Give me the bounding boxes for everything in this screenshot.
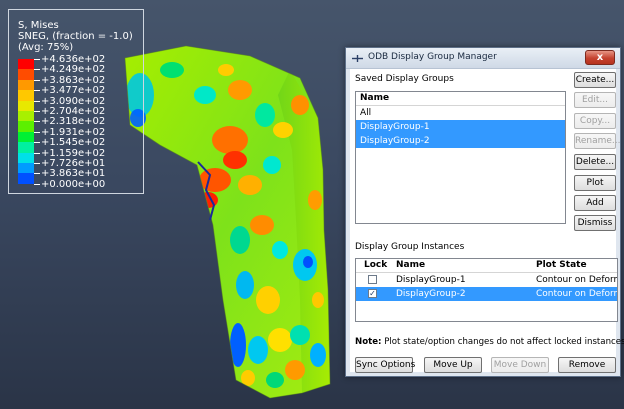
abaqus-app-icon (352, 55, 363, 62)
dismiss-button[interactable]: Dismiss (574, 215, 616, 231)
legend-swatch (18, 79, 34, 91)
instance-plot-state: Contour on Deformed (536, 289, 617, 299)
legend-value: +0.000e+00 (41, 178, 106, 190)
legend-value: +1.931e+02 (41, 126, 106, 138)
legend-title-line: SNEG, (fraction = -1.0) (18, 31, 133, 42)
delete-button[interactable]: Delete... (574, 154, 616, 170)
legend-swatch (18, 173, 34, 184)
legend-value: +4.636e+02 (41, 54, 106, 65)
sync-options-button[interactable]: Sync Options (355, 357, 415, 373)
dialog-titlebar[interactable]: ODB Display Group Manager x (346, 48, 620, 69)
legend-swatch (18, 121, 34, 132)
instances-table-header: Lock Name Plot State (356, 259, 617, 273)
display-group-manager-dialog: ODB Display Group Manager x Saved Displa… (345, 47, 624, 377)
table-row[interactable]: DisplayGroup-1 Contour on Deformed (356, 273, 617, 287)
list-item[interactable]: DisplayGroup-1 (356, 120, 565, 134)
close-button[interactable]: x (585, 50, 615, 65)
legend-tick (34, 142, 40, 144)
legend-tick (34, 59, 40, 60)
list-item-label: DisplayGroup-2 (360, 136, 430, 146)
name-column-header: Name (396, 260, 426, 270)
legend-tick (34, 173, 40, 175)
legend-value: +1.545e+02 (41, 137, 106, 149)
lock-checkbox[interactable]: ✓ (368, 289, 377, 298)
lock-note: Note: Plot state/option changes do not a… (355, 337, 624, 347)
legend-tick (34, 183, 40, 185)
legend-swatch (18, 69, 34, 80)
instance-plot-state: Contour on Deformed (536, 275, 617, 285)
remove-button[interactable]: Remove (558, 357, 616, 373)
list-item[interactable]: DisplayGroup-2 (356, 134, 565, 148)
legend-swatch (18, 100, 34, 111)
legend-swatch (18, 142, 34, 153)
instance-name: DisplayGroup-2 (396, 289, 466, 299)
legend-value: +1.159e+02 (41, 147, 106, 159)
add-button[interactable]: Add (574, 195, 616, 211)
legend-tick (34, 121, 40, 123)
legend-tick (34, 110, 40, 112)
legend-title: S, Mises SNEG, (fraction = -1.0) (Avg: 7… (18, 20, 133, 53)
legend-swatch (18, 59, 34, 70)
legend-swatch (18, 152, 34, 163)
legend-tick (34, 69, 40, 71)
list-item-label: All (360, 108, 372, 118)
note-label: Note: (355, 337, 382, 347)
move-up-button[interactable]: Move Up (424, 357, 482, 373)
plot-button[interactable]: Plot (574, 175, 616, 191)
legend-value: +4.249e+02 (41, 64, 106, 76)
instance-name: DisplayGroup-1 (396, 275, 466, 285)
instances-label: Display Group Instances (355, 242, 465, 252)
legend-tick (34, 90, 40, 92)
edit-button[interactable]: Edit... (574, 92, 616, 108)
close-icon: x (596, 52, 604, 63)
legend-value: +3.477e+02 (41, 85, 106, 97)
saved-groups-list[interactable]: Name All DisplayGroup-1 DisplayGroup-2 (355, 91, 566, 224)
move-down-button[interactable]: Move Down (491, 357, 549, 373)
contour-legend: S, Mises SNEG, (fraction = -1.0) (Avg: 7… (8, 9, 144, 194)
dialog-title: ODB Display Group Manager (368, 52, 497, 62)
create-button[interactable]: Create... (574, 72, 616, 88)
legend-value: +7.726e+01 (41, 157, 106, 169)
rename-button[interactable]: Rename... (574, 133, 621, 149)
legend-value: +2.704e+02 (41, 105, 106, 117)
copy-button[interactable]: Copy... (574, 113, 616, 129)
legend-value: +3.863e+01 (41, 168, 106, 180)
legend-tick (34, 152, 40, 154)
legend-value: +3.863e+02 (41, 74, 106, 86)
lock-column-header: Lock (364, 260, 388, 270)
legend-tick (34, 131, 40, 133)
lock-checkbox[interactable] (368, 275, 377, 284)
checkmark-icon: ✓ (369, 289, 376, 298)
legend-title-line: (Avg: 75%) (18, 42, 74, 53)
saved-groups-label: Saved Display Groups (355, 74, 454, 84)
legend-swatch (18, 90, 34, 101)
legend-tick (34, 162, 40, 164)
legend-swatch (18, 131, 34, 143)
plot-state-column-header: Plot State (536, 260, 587, 270)
legend-title-line: S, Mises (18, 20, 59, 31)
dialog-client-area: Saved Display Groups Name All DisplayGro… (350, 69, 624, 373)
legend-tick (34, 79, 40, 81)
legend-value: +3.090e+02 (41, 95, 106, 107)
saved-groups-header-name: Name (356, 92, 565, 106)
list-item-label: DisplayGroup-1 (360, 122, 430, 132)
instances-table[interactable]: Lock Name Plot State DisplayGroup-1 Cont… (355, 258, 618, 322)
legend-swatch (18, 110, 34, 122)
table-row[interactable]: ✓ DisplayGroup-2 Contour on Deformed (356, 287, 617, 301)
legend-value: +2.318e+02 (41, 116, 106, 128)
note-text: Plot state/option changes do not affect … (384, 337, 624, 347)
legend-swatch (18, 162, 34, 174)
legend-tick (34, 100, 40, 102)
model-body (124, 45, 331, 399)
list-item[interactable]: All (356, 106, 565, 120)
